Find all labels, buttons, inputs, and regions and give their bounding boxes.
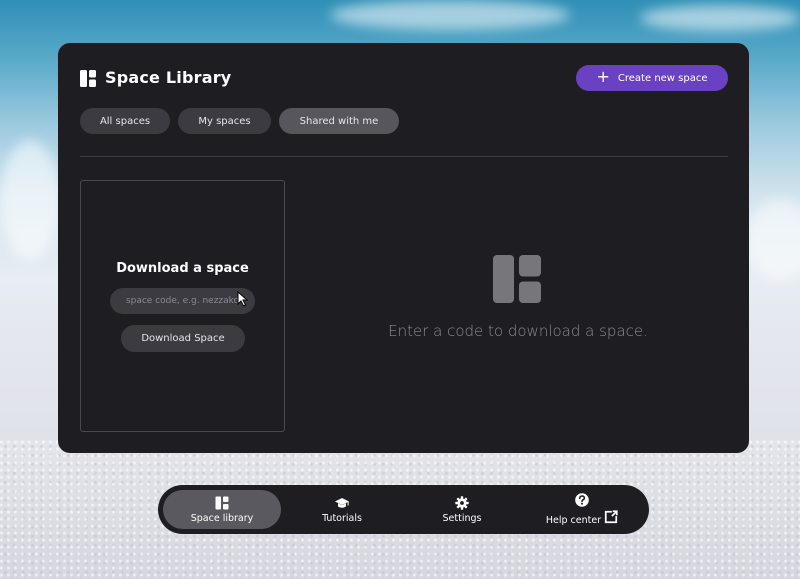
nav-help-center[interactable]: Help center (523, 490, 641, 529)
empty-state-message: Enter a code to download a space. (388, 322, 648, 340)
download-card-title: Download a space (116, 261, 249, 276)
create-new-space-button[interactable]: + Create new space (576, 65, 728, 91)
create-new-space-label: Create new space (617, 72, 708, 84)
gear-icon (455, 495, 469, 510)
mouse-cursor-icon (237, 291, 248, 307)
question-circle-icon (575, 493, 589, 507)
tab-my-spaces[interactable]: My spaces (178, 108, 271, 134)
divider (80, 156, 728, 157)
download-space-card: Download a space Download Space (80, 180, 285, 432)
space-library-icon (215, 496, 229, 509)
tab-all-spaces[interactable]: All spaces (80, 108, 170, 134)
tab-shared-with-me[interactable]: Shared with me (279, 108, 399, 134)
external-link-icon (605, 510, 618, 524)
download-space-button[interactable]: Download Space (121, 325, 245, 352)
page-title: Space Library (105, 68, 232, 87)
space-library-placeholder-icon (493, 255, 541, 303)
sky-cloud (330, 0, 570, 30)
space-library-panel: Space Library + Create new space All spa… (58, 43, 749, 453)
sky-cloud (0, 140, 60, 260)
nav-tutorials[interactable]: Tutorials (283, 490, 401, 529)
plus-icon: + (596, 67, 610, 86)
nav-space-library[interactable]: Space library (163, 490, 281, 529)
space-library-icon (80, 70, 96, 87)
sky-cloud (640, 5, 800, 31)
bottom-navbar: Space library Tutorials Settings Help ce… (158, 485, 649, 534)
nav-settings[interactable]: Settings (403, 490, 521, 529)
graduation-cap-icon (335, 497, 349, 508)
space-code-input[interactable] (110, 288, 255, 314)
sky-cloud (745, 200, 800, 280)
